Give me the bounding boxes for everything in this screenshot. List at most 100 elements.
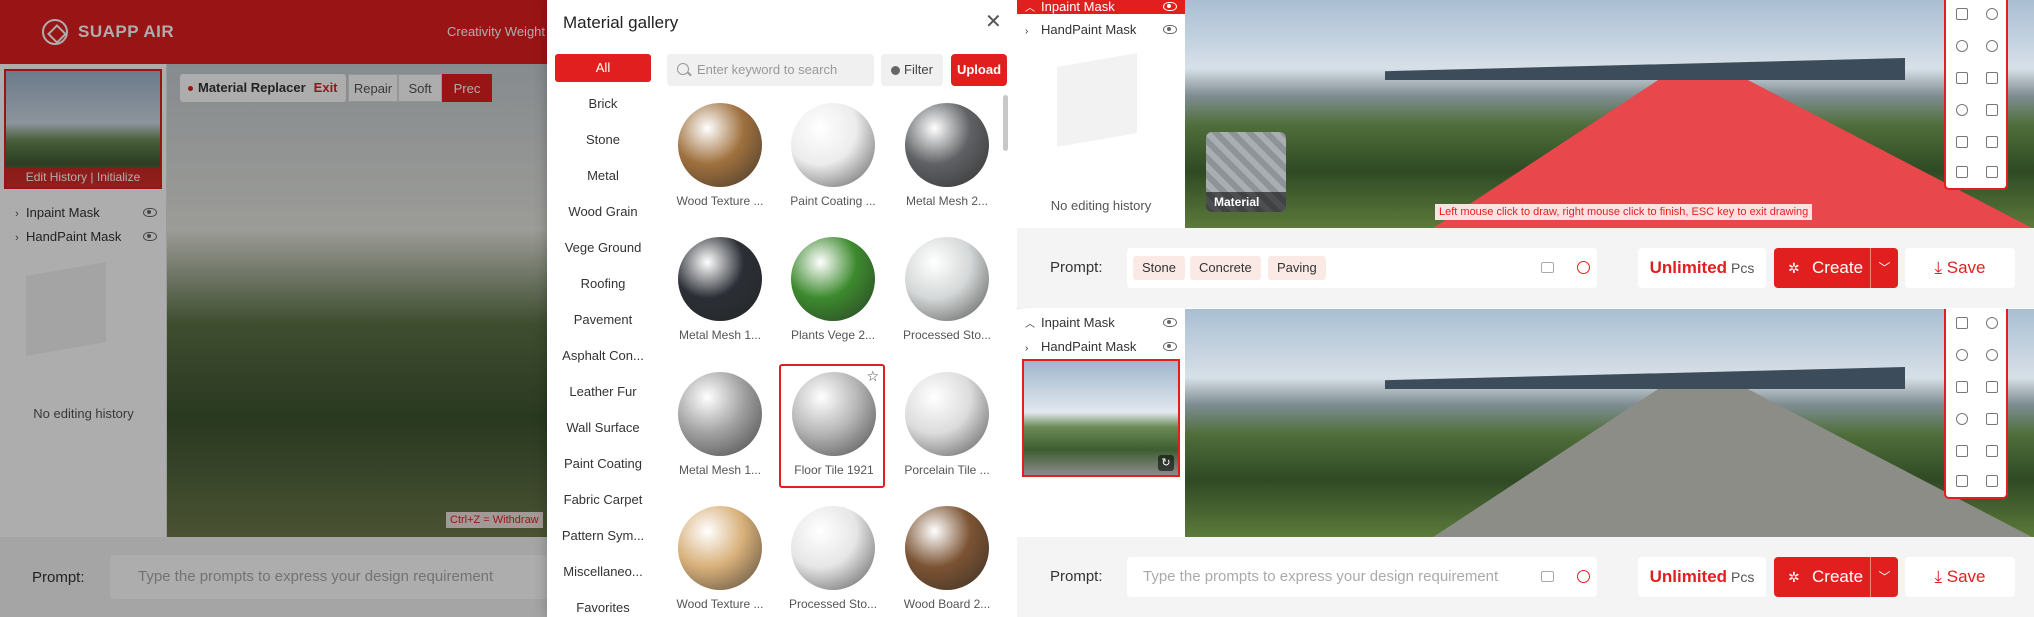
favorite-star-icon[interactable]: ☆ bbox=[866, 368, 879, 385]
expand-tool-icon[interactable] bbox=[1986, 475, 1998, 487]
layers-tool-icon[interactable] bbox=[1956, 8, 1968, 20]
material-swatch bbox=[792, 372, 876, 456]
expand-tool-icon[interactable] bbox=[1986, 166, 1998, 178]
save-button[interactable]: ⤓ Save bbox=[1905, 557, 2015, 597]
category-metal[interactable]: Metal bbox=[555, 162, 651, 190]
modal-overlay[interactable] bbox=[0, 0, 547, 617]
material-tile[interactable]: Metal Mesh 1... bbox=[667, 366, 773, 490]
eye-icon[interactable] bbox=[1163, 318, 1177, 327]
selected-material-badge[interactable]: Material bbox=[1206, 132, 1286, 212]
material-label: Metal Mesh 1... bbox=[678, 328, 762, 342]
material-tile[interactable]: Metal Mesh 1... bbox=[667, 231, 773, 355]
category-asphalt[interactable]: Asphalt Con... bbox=[555, 342, 651, 370]
chevron-right-icon[interactable]: › bbox=[1025, 20, 1041, 44]
material-tool-icon[interactable] bbox=[1956, 72, 1968, 84]
material-tile[interactable]: Paint Coating ... bbox=[780, 97, 886, 221]
material-tile[interactable]: Processed Sto... bbox=[780, 500, 886, 617]
category-roofing[interactable]: Roofing bbox=[555, 270, 651, 298]
material-tool-icon[interactable] bbox=[1956, 381, 1968, 393]
category-paint-coating[interactable]: Paint Coating bbox=[555, 450, 651, 478]
image-icon[interactable] bbox=[1541, 571, 1554, 582]
material-tile[interactable]: Wood Texture ... bbox=[667, 500, 773, 617]
create-button[interactable]: ✲ Create ﹀ bbox=[1774, 557, 1898, 597]
layer-handpaint-mask[interactable]: › HandPaint Mask bbox=[1025, 18, 1185, 42]
style-tool-icon[interactable] bbox=[1986, 40, 1998, 52]
close-icon[interactable]: ✕ bbox=[985, 12, 1002, 32]
target-tool-icon[interactable] bbox=[1956, 413, 1968, 425]
upload-button[interactable]: Upload bbox=[951, 54, 1007, 86]
quota-display: Unlimited Pcs bbox=[1638, 557, 1766, 597]
sparkle-icon: ✲ bbox=[1788, 569, 1800, 585]
image-tool-icon[interactable] bbox=[1986, 381, 1998, 393]
category-favorites[interactable]: Favorites bbox=[555, 594, 651, 617]
category-all[interactable]: All bbox=[555, 54, 651, 82]
eye-icon[interactable] bbox=[1163, 342, 1177, 351]
background-app: SUAPP AIR Creativity Weight Edit History… bbox=[0, 0, 547, 617]
empty-history-text: No editing history bbox=[1050, 198, 1152, 213]
image-icon[interactable] bbox=[1541, 262, 1554, 273]
scan-tool-icon[interactable] bbox=[1956, 445, 1968, 457]
crop-tool-icon[interactable] bbox=[1956, 166, 1968, 178]
material-gallery-modal: Material gallery ✕ All Brick Stone Metal… bbox=[547, 0, 1017, 617]
chevron-down-icon[interactable]: ﹀ bbox=[1870, 557, 1898, 597]
chevron-up-icon[interactable]: ︿ bbox=[1025, 2, 1041, 16]
category-miscellaneous[interactable]: Miscellaneo... bbox=[555, 558, 651, 586]
layer-inpaint-mask[interactable]: ︿ Inpaint Mask bbox=[1017, 0, 1185, 14]
category-wall-surface[interactable]: Wall Surface bbox=[555, 414, 651, 442]
eye-icon[interactable] bbox=[1163, 2, 1177, 11]
category-leather-fur[interactable]: Leather Fur bbox=[555, 378, 651, 406]
material-tile[interactable]: Metal Mesh 2... bbox=[894, 97, 1000, 221]
image-tool-icon[interactable] bbox=[1986, 72, 1998, 84]
prompt-input[interactable]: Type the prompts to express your design … bbox=[1127, 557, 1597, 597]
image-canvas[interactable] bbox=[1185, 309, 2034, 537]
adjust-tool-icon[interactable] bbox=[1986, 136, 1998, 148]
target-tool-icon[interactable] bbox=[1956, 104, 1968, 116]
eye-icon[interactable] bbox=[1163, 25, 1177, 34]
prompt-chip[interactable]: Stone bbox=[1133, 256, 1185, 280]
chevron-down-icon[interactable]: ﹀ bbox=[1870, 248, 1898, 288]
person-tool-icon[interactable] bbox=[1986, 317, 1998, 329]
layers-tool-icon[interactable] bbox=[1956, 317, 1968, 329]
adjust-tool-icon[interactable] bbox=[1986, 445, 1998, 457]
image-canvas[interactable] bbox=[1185, 0, 2034, 228]
category-vege-ground[interactable]: Vege Ground bbox=[555, 234, 651, 262]
material-tile-selected[interactable]: Floor Tile 1921 ☆ bbox=[779, 364, 885, 488]
crop-tool-icon[interactable] bbox=[1956, 475, 1968, 487]
chevron-right-icon[interactable]: › bbox=[1025, 337, 1041, 361]
prompt-chip[interactable]: Paving bbox=[1268, 256, 1326, 280]
prompt-chip[interactable]: Concrete bbox=[1190, 256, 1261, 280]
scan-tool-icon[interactable] bbox=[1956, 136, 1968, 148]
light-tool-icon[interactable] bbox=[1956, 349, 1968, 361]
category-pavement[interactable]: Pavement bbox=[555, 306, 651, 334]
material-swatch bbox=[678, 506, 762, 590]
search-input[interactable]: Enter keyword to search bbox=[667, 54, 874, 86]
picture-tool-icon[interactable] bbox=[1986, 104, 1998, 116]
refresh-icon[interactable]: ↻ bbox=[1158, 455, 1174, 471]
save-button[interactable]: ⤓ Save bbox=[1905, 248, 2015, 288]
scrollbar[interactable] bbox=[1003, 95, 1008, 151]
category-stone[interactable]: Stone bbox=[555, 126, 651, 154]
refresh-icon[interactable] bbox=[1577, 261, 1590, 274]
category-fabric-carpet[interactable]: Fabric Carpet bbox=[555, 486, 651, 514]
material-tile[interactable]: Porcelain Tile ... bbox=[894, 366, 1000, 490]
create-button[interactable]: ✲ Create ﹀ bbox=[1774, 248, 1898, 288]
result-thumbnail[interactable]: ↻ bbox=[1022, 359, 1180, 477]
light-tool-icon[interactable] bbox=[1956, 40, 1968, 52]
category-brick[interactable]: Brick bbox=[555, 90, 651, 118]
picture-tool-icon[interactable] bbox=[1986, 413, 1998, 425]
material-tile[interactable]: Plants Vege 2... bbox=[780, 231, 886, 355]
refresh-icon[interactable] bbox=[1577, 570, 1590, 583]
material-tile[interactable]: Wood Board 2... bbox=[894, 500, 1000, 617]
person-tool-icon[interactable] bbox=[1986, 8, 1998, 20]
prompt-input[interactable]: Stone Concrete Paving bbox=[1127, 248, 1597, 288]
material-tile[interactable]: Processed Sto... bbox=[894, 231, 1000, 355]
filter-button[interactable]: Filter bbox=[881, 54, 943, 86]
style-tool-icon[interactable] bbox=[1986, 349, 1998, 361]
layer-inpaint-mask[interactable]: ︿ Inpaint Mask bbox=[1025, 311, 1185, 335]
category-pattern[interactable]: Pattern Sym... bbox=[555, 522, 651, 550]
material-tile[interactable]: Wood Texture ... bbox=[667, 97, 773, 221]
category-wood-grain[interactable]: Wood Grain bbox=[555, 198, 651, 226]
chevron-up-icon[interactable]: ︿ bbox=[1025, 313, 1041, 337]
layer-handpaint-mask[interactable]: › HandPaint Mask bbox=[1025, 335, 1185, 359]
material-badge-label: Material bbox=[1206, 192, 1286, 212]
